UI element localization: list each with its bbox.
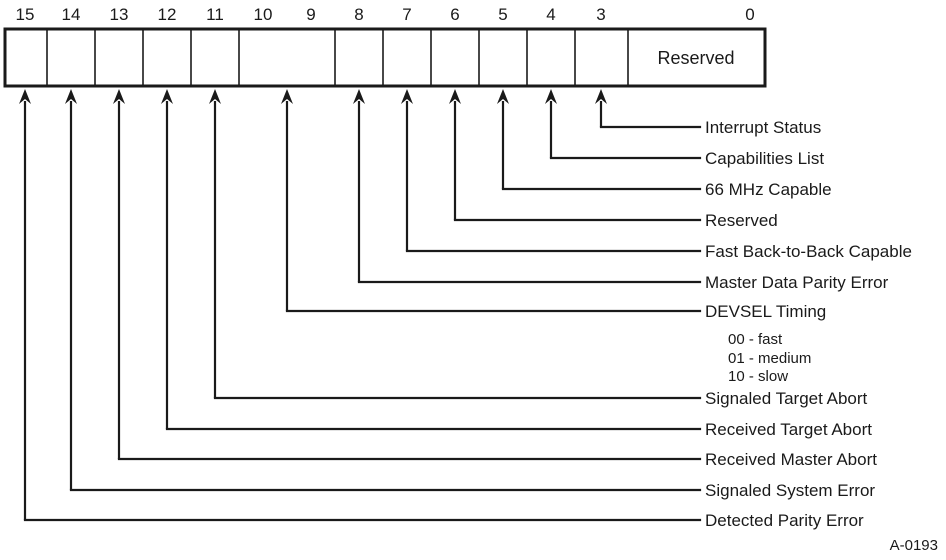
arrow-bit-12 <box>161 89 173 429</box>
field-label-bit-6: Reserved <box>705 211 778 230</box>
field-label-bit-8: Master Data Parity Error <box>705 273 889 292</box>
bit-number-14: 14 <box>62 5 81 24</box>
reserved-field-label: Reserved <box>657 48 734 68</box>
arrow-bit-11 <box>209 89 221 398</box>
field-label-bit-15: Detected Parity Error <box>705 511 864 530</box>
devsel-encoding-0: 00 - fast <box>728 331 783 348</box>
field-arrows <box>19 89 607 520</box>
bit-number-5: 5 <box>498 5 507 24</box>
arrow-bit-7 <box>401 89 413 251</box>
devsel-encoding-1: 01 - medium <box>728 350 811 367</box>
arrow-bit-8 <box>353 89 365 282</box>
bit-number-7: 7 <box>402 5 411 24</box>
register-diagram-canvas: 15 14 13 12 11 10 9 8 7 6 5 4 3 0 Reserved Interrupt … <box>3 5 938 554</box>
figure-id-label: A-0193 <box>890 537 938 554</box>
field-label-bit-5: 66 MHz Capable <box>705 180 832 199</box>
bit-number-0: 0 <box>745 5 754 24</box>
field-label-bit-14: Signaled System Error <box>705 481 875 500</box>
field-labels: Interrupt Status Capabilities List 66 MHz … <box>705 118 912 530</box>
bit-number-8: 8 <box>354 5 363 24</box>
field-label-bit-7: Fast Back-to-Back Capable <box>705 242 912 261</box>
bit-number-15: 15 <box>16 5 35 24</box>
devsel-encoding-labels: 00 - fast 01 - medium10 - slow <box>728 331 811 385</box>
bit-number-3: 3 <box>596 5 605 24</box>
arrow-bit-6 <box>449 89 461 220</box>
bit-number-13: 13 <box>110 5 129 24</box>
field-label-bit-3: Interrupt Status <box>705 118 821 137</box>
bit-number-11: 11 <box>206 5 224 24</box>
arrow-bit-4 <box>545 89 557 158</box>
arrow-bit-10-9 <box>281 89 293 311</box>
arrow-bit-14 <box>65 89 77 490</box>
bit-number-labels: 15 14 13 12 11 10 9 8 7 6 5 4 3 0 <box>16 5 755 24</box>
bit-number-12: 12 <box>158 5 177 24</box>
arrow-bit-15 <box>19 89 31 520</box>
field-label-bit-12: Received Target Abort <box>705 420 872 439</box>
field-label-bit-4: Capabilities List <box>705 149 824 168</box>
bit-number-6: 6 <box>450 5 459 24</box>
register-box: Reserved <box>3 27 767 88</box>
field-label-bit-11: Signaled Target Abort <box>705 389 868 408</box>
register-box-outline <box>3 27 767 88</box>
arrow-bit-3 <box>595 89 607 127</box>
field-label-bit-13: Received Master Abort <box>705 450 877 469</box>
bit-number-10: 10 <box>254 5 273 24</box>
arrow-bit-5 <box>497 89 509 189</box>
bit-number-4: 4 <box>546 5 555 24</box>
arrow-bit-13 <box>113 89 125 459</box>
register-bitfield-diagram: 15 14 13 12 11 10 9 8 7 6 5 4 3 0 Reserved Interrupt … <box>0 0 946 560</box>
field-label-bit-10-9: DEVSEL Timing <box>705 302 826 321</box>
bit-number-9: 9 <box>306 5 315 24</box>
devsel-encoding-2: 10 - slow <box>728 368 788 385</box>
field-leader-lines <box>23 125 702 522</box>
